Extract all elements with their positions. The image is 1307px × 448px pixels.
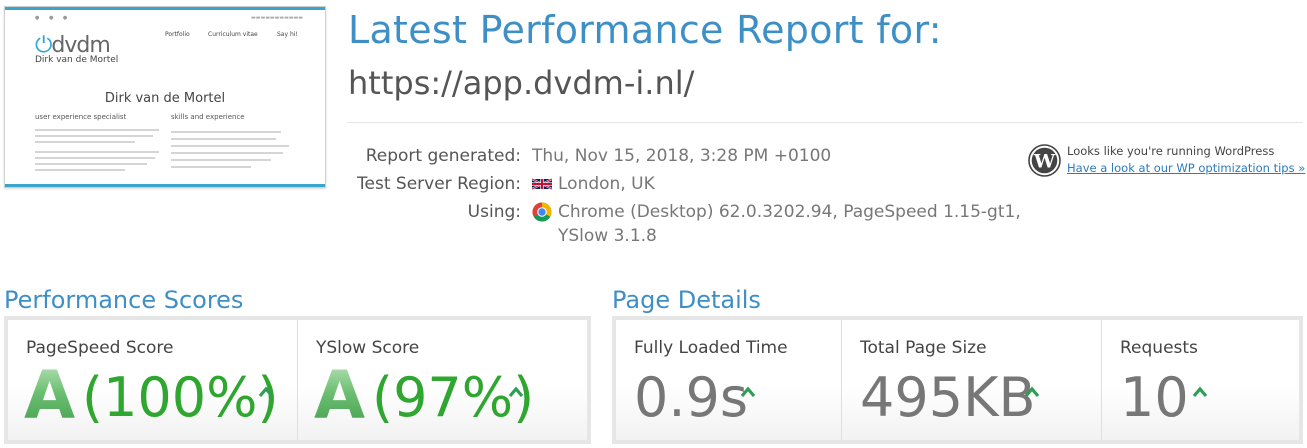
thumb-text-line: [35, 141, 135, 143]
thumb-nav-sayhi: Say hi!: [277, 31, 298, 38]
total-page-size-label: Total Page Size: [860, 338, 987, 358]
performance-scores-title: Performance Scores: [4, 286, 244, 314]
thumb-heading: Dirk van de Mortel: [104, 91, 226, 106]
report-url[interactable]: https://app.dvdm-i.nl/: [348, 64, 694, 102]
yslow-percent: (97%): [372, 366, 535, 429]
thumb-text-line: [35, 135, 153, 137]
improvement-arrow-icon: [258, 386, 274, 398]
pagespeed-percent: (100%): [82, 366, 279, 429]
yslow-grade: A: [314, 357, 366, 434]
thumb-bottom-bar: [5, 184, 325, 187]
thumb-nav-portfolio: Portfolio: [165, 31, 190, 38]
report-generated-value: Thu, Nov 15, 2018, 3:28 PM +0100: [532, 146, 832, 166]
improvement-arrow-icon: [1192, 386, 1208, 398]
thumb-text-line: [171, 159, 271, 161]
wordpress-icon: W: [1028, 144, 1061, 177]
svg-text:W: W: [1033, 151, 1056, 173]
pagespeed-grade: A: [24, 357, 76, 434]
thumb-text-line: [171, 152, 283, 154]
uk-flag-icon: [532, 178, 552, 190]
fully-loaded-time-label: Fully Loaded Time: [634, 338, 788, 358]
requests-label: Requests: [1120, 338, 1198, 358]
wordpress-note: Looks like you're running WordPress: [1067, 144, 1275, 158]
region-value: London, UK: [558, 174, 655, 194]
thumb-text-line: [35, 157, 155, 159]
thumb-logo: ⏻dvdm Dirk van de Mortel: [35, 33, 125, 66]
thumb-email-placeholder: ▬▬▬▬▬▬▬▬▬▬▬: [251, 15, 303, 21]
thumb-col-right-heading: skills and experience: [171, 113, 245, 121]
improvement-arrow-icon: [508, 386, 524, 398]
thumb-logo-name: Dirk van de Mortel: [35, 55, 119, 65]
header-divider: [347, 122, 1303, 123]
thumb-text-line: [35, 163, 147, 165]
pagespeed-score-label: PageSpeed Score: [26, 338, 174, 358]
page-details-panel: Fully Loaded Time 0.9s Total Page Size 4…: [612, 316, 1303, 444]
yslow-score-label: YSlow Score: [316, 338, 420, 358]
improvement-arrow-icon: [1024, 386, 1040, 398]
thumb-col-left-heading: user experience specialist: [35, 113, 127, 121]
wordpress-tips-link[interactable]: Have a look at our WP optimization tips …: [1067, 161, 1305, 175]
thumb-text-line: [35, 151, 159, 153]
site-screenshot-thumbnail: ● ● ● ▬▬▬▬▬▬▬▬▬▬▬ ⏻dvdm Dirk van de Mort…: [4, 6, 326, 188]
thumb-nav-cv: Curriculum vitae: [208, 31, 258, 38]
thumb-text-line: [35, 129, 159, 131]
fully-loaded-time-value: 0.9s: [634, 366, 749, 429]
thumb-top-bar: [5, 7, 325, 10]
thumb-text-line: [35, 169, 125, 171]
thumb-logo-mark: ⏻dvdm: [35, 33, 111, 58]
thumb-social-icons: ● ● ●: [35, 15, 72, 21]
total-page-size-value: 495KB: [860, 366, 1036, 429]
requests-value: 10: [1120, 366, 1189, 429]
chrome-icon: [532, 202, 552, 222]
thumb-text-line: [171, 166, 251, 168]
thumb-text-line: [171, 138, 276, 140]
fully-loaded-time-card[interactable]: Fully Loaded Time 0.9s: [616, 320, 842, 440]
yslow-score-card[interactable]: YSlow Score A (97%): [298, 320, 587, 440]
performance-scores-panel: PageSpeed Score A (100%) YSlow Score A (…: [4, 316, 591, 444]
using-value-line2: YSlow 3.1.8: [558, 226, 657, 246]
total-page-size-card[interactable]: Total Page Size 495KB: [842, 320, 1102, 440]
improvement-arrow-icon: [740, 386, 756, 398]
using-label: Using:: [467, 202, 521, 222]
requests-card[interactable]: Requests 10: [1102, 320, 1299, 440]
using-value-line1: Chrome (Desktop) 62.0.3202.94, PageSpeed…: [558, 202, 1021, 222]
report-generated-label: Report generated:: [365, 146, 521, 166]
page-details-title: Page Details: [612, 286, 761, 314]
report-title: Latest Performance Report for:: [348, 8, 942, 52]
pagespeed-score-card[interactable]: PageSpeed Score A (100%): [8, 320, 298, 440]
region-label: Test Server Region:: [357, 174, 521, 194]
thumb-text-line: [171, 145, 289, 147]
thumb-text-line: [171, 131, 281, 133]
